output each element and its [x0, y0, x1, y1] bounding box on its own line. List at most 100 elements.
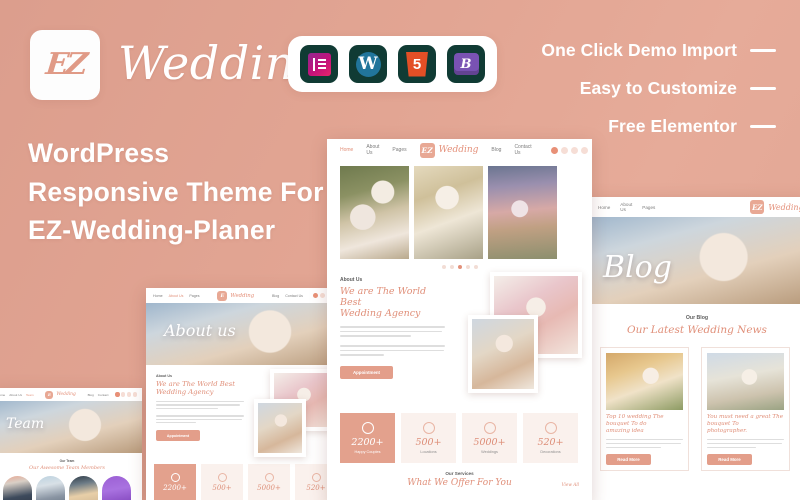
facebook-icon[interactable]	[550, 146, 558, 154]
team-nav-home[interactable]: Home	[0, 393, 5, 397]
about-stat-value: 520+	[306, 483, 326, 492]
about-nav-contact[interactable]: Contact Us	[285, 294, 303, 298]
blog-post-title-2[interactable]: photographer.	[707, 428, 784, 435]
about-nav-home[interactable]: Home	[153, 294, 163, 298]
feature-item-customize: Easy to Customize	[541, 78, 776, 99]
facebook-icon[interactable]	[115, 392, 120, 397]
blog-nav-pages[interactable]: Pages	[642, 205, 655, 210]
home-nav-blog[interactable]: Blog	[491, 147, 501, 153]
dash-icon	[750, 125, 776, 128]
blog-post-title-1[interactable]: Top 10 wedding The bouquet To do	[606, 414, 683, 428]
blog-post-title-1[interactable]: You must need a great The bouquet To	[707, 414, 784, 428]
home-nav-home[interactable]: Home	[340, 147, 353, 153]
rings-icon	[483, 422, 496, 434]
blog-nav: Home About Us Pages EZ Wedding	[586, 197, 800, 217]
brand-logo-box: EZ	[30, 30, 100, 100]
home-about-photo-bottom	[468, 315, 538, 393]
pinterest-icon[interactable]	[580, 146, 588, 154]
about-nav: Home About Us Pages E Wedding Blog Conta…	[146, 288, 346, 303]
blog-hero: Blog	[586, 217, 800, 304]
about-logo-text: Wedding	[230, 292, 255, 299]
team-nav-about[interactable]: About Us	[9, 393, 22, 397]
facebook-icon[interactable]	[312, 293, 318, 298]
blog-logo-text: Wedding	[768, 202, 800, 212]
home-nav-about[interactable]: About Us	[366, 144, 379, 156]
home-stat-card[interactable]: 5000+ Weddings	[462, 413, 517, 463]
home-slide-image[interactable]	[340, 166, 409, 259]
dash-icon	[750, 49, 776, 52]
team-hero: Team	[0, 401, 142, 453]
home-appointment-button[interactable]: Appointment	[340, 366, 393, 380]
instagram-icon[interactable]	[570, 146, 578, 154]
blog-hero-title: Blog	[603, 250, 672, 285]
feature-item-demo-import: One Click Demo Import	[541, 40, 776, 61]
about-stat-card[interactable]: 2200+	[154, 464, 196, 500]
mockup-home-page[interactable]: Home About Us Pages EZ Wedding Blog Cont…	[327, 139, 592, 500]
twitter-icon[interactable]	[560, 146, 568, 154]
blog-nav-home[interactable]: Home	[598, 205, 610, 210]
about-title-1: We are The World Best	[156, 380, 235, 388]
blog-post-card[interactable]: Top 10 wedding The bouquet To do amazing…	[600, 347, 689, 472]
instagram-icon[interactable]	[127, 392, 132, 397]
team-member-avatar[interactable]	[102, 475, 131, 500]
blog-logo-mark: EZ	[750, 200, 765, 214]
about-eyebrow: About Us	[156, 374, 172, 378]
blog-logo[interactable]: EZ Wedding	[750, 200, 800, 214]
twitter-icon[interactable]	[319, 293, 325, 298]
home-stat-card[interactable]: 500+ Locations	[401, 413, 456, 463]
about-nav-blog[interactable]: Blog	[272, 294, 279, 298]
headline-line-2: Responsive Theme For	[28, 176, 324, 207]
about-paragraph	[156, 401, 244, 410]
main-headline: WordPress Responsive Theme For EZ-Weddin…	[28, 134, 324, 250]
about-nav-about[interactable]: About Us	[169, 294, 184, 298]
wordpress-glyph: W	[355, 51, 381, 77]
team-hero-title: Team	[6, 416, 45, 432]
home-slide-image[interactable]	[488, 166, 557, 259]
mockup-team-page[interactable]: Home About Us Team E Wedding Blog Contac…	[0, 388, 142, 500]
mockup-blog-page[interactable]: Home About Us Pages EZ Wedding Blog Our …	[586, 197, 800, 500]
home-slide-image[interactable]	[414, 166, 483, 259]
home-stat-card[interactable]: 520+ Decorations	[523, 413, 578, 463]
rings-icon	[264, 472, 274, 482]
rings-icon	[311, 472, 321, 482]
blog-nav-about[interactable]: About Us	[620, 202, 632, 212]
about-title-2: Wedding Agency	[156, 388, 214, 396]
about-nav-pages[interactable]: Pages	[189, 294, 199, 298]
home-nav-pages[interactable]: Pages	[392, 147, 406, 153]
about-paragraph-2	[156, 415, 244, 424]
home-stat-value: 520+	[537, 437, 564, 448]
blog-read-more-button[interactable]: Read More	[707, 454, 752, 466]
home-social-icons[interactable]	[550, 146, 588, 154]
about-stat-card[interactable]: 500+	[201, 464, 243, 500]
team-nav-team[interactable]: Team	[26, 393, 34, 397]
blog-post-excerpt	[606, 438, 683, 449]
team-member-avatar[interactable]	[36, 475, 65, 500]
blog-post-title-2[interactable]: amazing idea	[606, 428, 683, 435]
rings-icon	[170, 472, 180, 482]
about-appointment-button[interactable]: Appointment	[156, 430, 200, 442]
pinterest-icon[interactable]	[132, 392, 137, 397]
team-member-avatar[interactable]	[3, 475, 32, 500]
home-services-viewall-link[interactable]: View All	[562, 482, 579, 487]
team-logo[interactable]: E Wedding	[45, 390, 76, 399]
feature-list: One Click Demo Import Easy to Customize …	[541, 40, 776, 154]
team-social-icons[interactable]	[115, 392, 137, 397]
home-stat-card[interactable]: 2200+ Happy Couples	[340, 413, 395, 463]
team-nav-contact[interactable]: Contact	[98, 393, 109, 397]
bootstrap-glyph: B	[453, 53, 479, 75]
team-nav-blog[interactable]: Blog	[88, 393, 94, 397]
home-logo[interactable]: EZ Wedding	[419, 142, 478, 158]
mockup-about-page[interactable]: Home About Us Pages E Wedding Blog Conta…	[146, 288, 346, 500]
about-stat-card[interactable]: 5000+	[248, 464, 290, 500]
team-member-avatar[interactable]	[69, 475, 98, 500]
about-hero: About us	[146, 303, 346, 365]
blog-post-card[interactable]: You must need a great The bouquet To pho…	[701, 347, 790, 472]
team-section-eyebrow: Our Team	[59, 459, 75, 463]
twitter-icon[interactable]	[121, 392, 126, 397]
home-stat-label: Weddings	[481, 450, 498, 454]
home-stat-value: 5000+	[473, 437, 506, 448]
tech-badge-bar: W 5 B	[288, 36, 497, 92]
blog-read-more-button[interactable]: Read More	[606, 454, 651, 466]
home-nav-contact[interactable]: Contact Us	[514, 144, 531, 156]
about-logo[interactable]: E Wedding	[217, 290, 255, 301]
